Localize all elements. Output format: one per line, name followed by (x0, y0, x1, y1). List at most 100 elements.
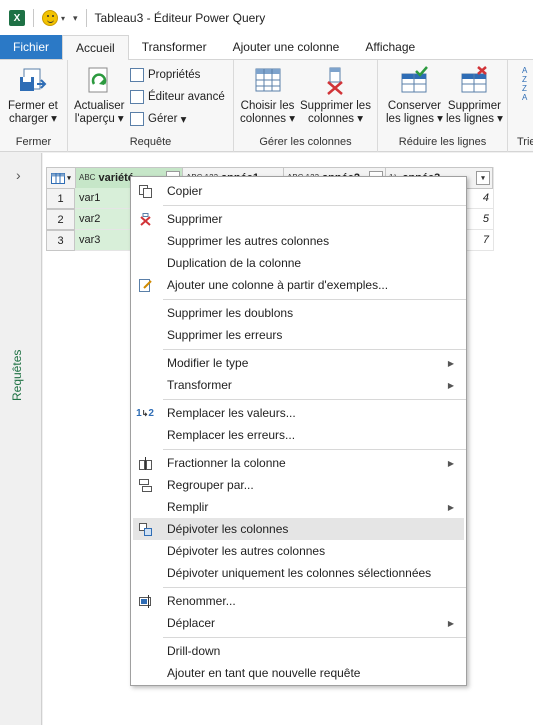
remove-columns-button[interactable]: Supprimer les colonnes ▾ (300, 66, 371, 126)
menu-item-regrouper[interactable]: Regrouper par... (133, 474, 464, 496)
window-title: Tableau3 - Éditeur Power Query (94, 11, 266, 25)
menu-item-modifier-type[interactable]: Modifier le type ▶ (133, 352, 464, 374)
excel-logo-icon: X (9, 10, 25, 26)
split-column-icon (137, 455, 153, 471)
tab-transformer[interactable]: Transformer (129, 35, 220, 59)
properties-icon (130, 68, 144, 82)
menu-item-label: Ajouter une colonne à partir d'exemples.… (167, 278, 389, 292)
advanced-editor-button[interactable]: Éditeur avancé (130, 90, 225, 104)
choose-columns-button[interactable]: Choisir les colonnes ▾ (240, 66, 295, 126)
blank-icon (137, 665, 153, 681)
smiley-feedback-icon[interactable] (42, 10, 58, 26)
menu-item-remplir[interactable]: Remplir ▶ (133, 496, 464, 518)
menu-item-nouvelle-requete[interactable]: Ajouter en tant que nouvelle requête (133, 662, 464, 684)
menu-item-renommer[interactable]: Renommer... (133, 590, 464, 612)
menu-item-label: Duplication de la colonne (167, 256, 302, 270)
menu-item-depivoter[interactable]: Dépivoter les colonnes (133, 518, 464, 540)
delete-column-icon (137, 211, 153, 227)
tab-affichage[interactable]: Affichage (352, 35, 428, 59)
sort-az-icon[interactable]: AZZA (522, 66, 527, 102)
remove-rows-button[interactable]: Supprimer les lignes ▾ (446, 66, 503, 126)
close-load-label-2: charger ▾ (8, 113, 57, 125)
rename-icon (137, 593, 153, 609)
tab-ajouter-colonne[interactable]: Ajouter une colonne (220, 35, 353, 59)
close-load-button[interactable]: Fermer et charger ▾ (8, 66, 58, 126)
menu-item-ajouter-exemples[interactable]: Ajouter une colonne à partir d'exemples.… (133, 274, 464, 296)
tab-accueil[interactable]: Accueil (62, 35, 129, 60)
expand-queries-chevron-icon[interactable]: › (16, 167, 21, 183)
column-context-menu: Copier Supprimer Supprimer les autres co… (130, 176, 467, 686)
menu-item-remplacer-valeurs[interactable]: 1 ↳ 2 Remplacer les valeurs... (133, 402, 464, 424)
menu-separator (163, 349, 466, 350)
remove-columns-label-2: colonnes ▾ (307, 113, 363, 125)
menu-item-remplacer-erreurs[interactable]: Remplacer les erreurs... (133, 424, 464, 446)
queries-pane-label[interactable]: Requêtes (10, 350, 24, 401)
menu-item-label: Regrouper par... (167, 478, 254, 492)
choose-columns-label-2: colonnes ▾ (240, 113, 296, 125)
column-name-variete: variété (98, 172, 134, 184)
menu-item-duplication[interactable]: Duplication de la colonne (133, 252, 464, 274)
choose-columns-icon (253, 66, 283, 96)
title-separator (85, 9, 87, 27)
remove-rows-icon (459, 66, 489, 96)
quick-access-customize-icon[interactable]: ▾ (73, 13, 78, 24)
menu-item-label: Supprimer les doublons (167, 306, 294, 320)
row-number[interactable]: 2 (46, 209, 75, 230)
blank-icon (137, 543, 153, 559)
remove-rows-label-2: les lignes ▾ (446, 113, 503, 125)
remove-columns-icon (320, 66, 350, 96)
menu-item-deplacer[interactable]: Déplacer ▶ (133, 612, 464, 634)
close-load-icon (18, 66, 48, 96)
manage-button[interactable]: Gérer ▾ (130, 112, 186, 126)
menu-separator (163, 587, 466, 588)
group-reduire-lignes: Conserver les lignes ▾ Supprimer les lig… (378, 60, 508, 152)
group-label-reduire-lignes: Réduire les lignes (398, 136, 487, 148)
menu-item-drill-down[interactable]: Drill-down (133, 640, 464, 662)
keep-rows-button[interactable]: Conserver les lignes ▾ (386, 66, 443, 126)
menu-item-supprimer-erreurs[interactable]: Supprimer les erreurs (133, 324, 464, 346)
keep-rows-label-1: Conserver (387, 100, 441, 112)
remove-rows-label-1: Supprimer (447, 100, 501, 112)
group-gerer-colonnes: Choisir les colonnes ▾ Supprimer les col… (234, 60, 378, 152)
properties-button[interactable]: Propriétés (130, 68, 200, 82)
menu-separator (163, 299, 466, 300)
blank-icon (137, 327, 153, 343)
menu-item-label: Remplacer les valeurs... (167, 406, 296, 420)
menu-item-supprimer-doublons[interactable]: Supprimer les doublons (133, 302, 464, 324)
submenu-arrow-icon: ▶ (447, 380, 454, 390)
menu-item-label: Ajouter en tant que nouvelle requête (167, 666, 361, 680)
menu-item-copier[interactable]: Copier (133, 180, 464, 202)
row-number[interactable]: 3 (46, 230, 75, 251)
menu-item-label: Remplacer les erreurs... (167, 428, 296, 442)
menu-item-depivoter-selection[interactable]: Dépivoter uniquement les colonnes sélect… (133, 562, 464, 584)
menu-item-depivoter-autres[interactable]: Dépivoter les autres colonnes (133, 540, 464, 562)
queries-pane: › Requêtes (0, 153, 42, 725)
group-fermer: Fermer et charger ▾ Fermer (0, 60, 68, 152)
column-filter-dropdown[interactable]: ▾ (476, 171, 490, 185)
menu-item-label: Déplacer (167, 616, 216, 630)
refresh-preview-button[interactable]: Actualiser l'aperçu ▾ (74, 66, 125, 126)
menu-item-label: Supprimer les autres colonnes (167, 234, 330, 248)
menu-item-label: Fractionner la colonne (167, 456, 286, 470)
menu-item-label: Dépivoter les autres colonnes (167, 544, 326, 558)
tab-fichier[interactable]: Fichier (0, 35, 63, 59)
submenu-arrow-icon: ▶ (447, 618, 454, 628)
manage-label: Gérer (148, 113, 178, 125)
grid-divider (493, 167, 494, 251)
menu-item-label: Supprimer (167, 212, 223, 226)
blank-icon (137, 233, 153, 249)
table-menu-button[interactable]: ▾ (46, 167, 76, 189)
title-bar: X ▾ ▾ Tableau3 - Éditeur Power Query (0, 0, 533, 36)
menu-item-fractionner[interactable]: Fractionner la colonne ▶ (133, 452, 464, 474)
menu-item-label: Modifier le type (167, 356, 249, 370)
menu-item-supprimer-autres[interactable]: Supprimer les autres colonnes (133, 230, 464, 252)
column-from-examples-icon (137, 277, 153, 293)
menu-item-label: Drill-down (167, 644, 221, 658)
row-number[interactable]: 1 (46, 188, 75, 209)
blank-icon (137, 499, 153, 515)
menu-item-label: Renommer... (167, 594, 236, 608)
menu-item-supprimer[interactable]: Supprimer (133, 208, 464, 230)
menu-item-transformer[interactable]: Transformer ▶ (133, 374, 464, 396)
chevron-down-icon[interactable]: ▾ (61, 14, 65, 23)
keep-rows-label-2: les lignes ▾ (386, 113, 443, 125)
